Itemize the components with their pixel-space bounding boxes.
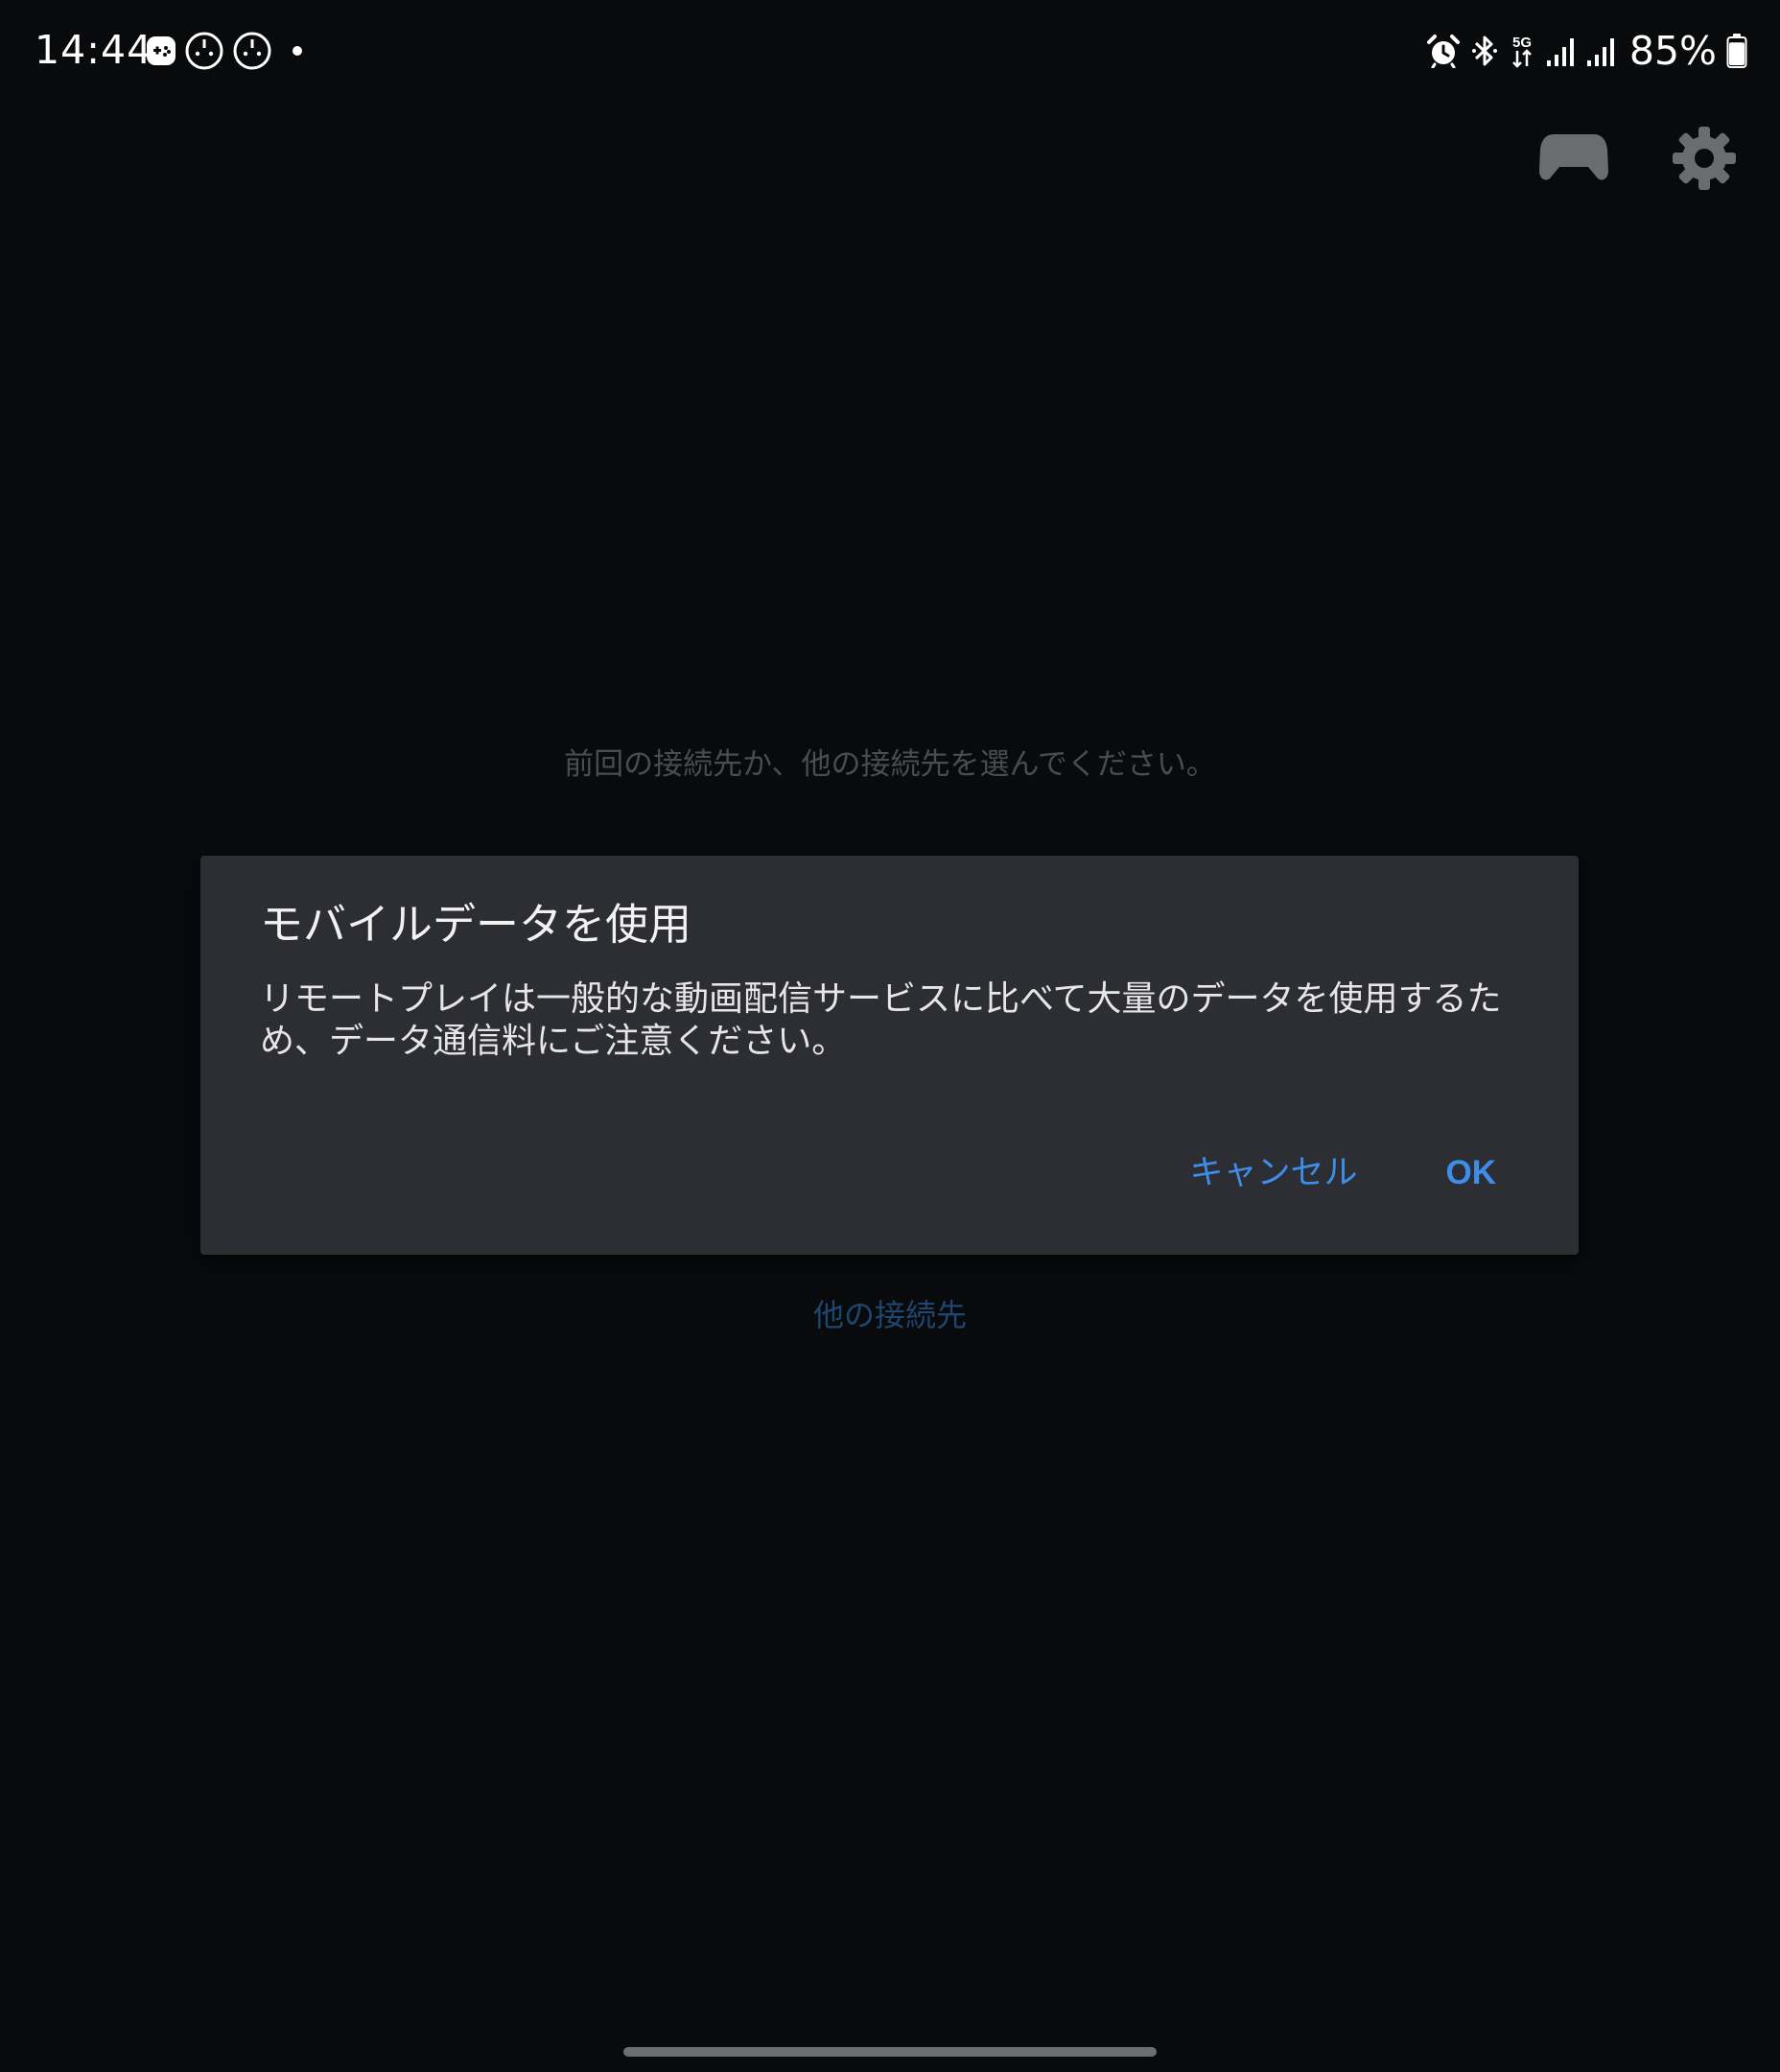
remote-play-icon	[185, 32, 223, 70]
controller-icon	[1539, 134, 1608, 180]
status-time: 14:44	[35, 27, 153, 73]
5g-data-icon: 5G	[1512, 35, 1532, 68]
notification-icons	[146, 31, 309, 71]
game-launcher-icon	[147, 36, 176, 65]
battery-percent: 85%	[1628, 28, 1717, 74]
ok-button[interactable]: OK	[1446, 1149, 1497, 1197]
svg-text:5G: 5G	[1512, 35, 1532, 51]
dialog-actions: キャンセル OK	[1189, 1149, 1496, 1197]
battery-icon	[1726, 34, 1747, 68]
settings-button[interactable]	[1671, 125, 1738, 192]
status-bar: 14:44 5G 85%	[0, 0, 1780, 100]
more-notifications-dot-icon	[293, 46, 302, 56]
signal-icon	[1546, 38, 1574, 66]
settings-gear-icon	[1673, 127, 1736, 190]
home-gesture-bar[interactable]	[623, 2047, 1157, 2057]
signal-icon	[1586, 38, 1614, 66]
remote-play-icon	[233, 32, 271, 70]
mobile-data-dialog: モバイルデータを使用 リモートプレイは一般的な動画配信サービスに比べて大量のデー…	[200, 856, 1579, 1255]
cancel-button[interactable]: キャンセル	[1189, 1149, 1357, 1197]
dialog-message: リモートプレイは一般的な動画配信サービスに比べて大量のデータを使用するため、デー…	[260, 979, 1502, 1061]
dialog-title: モバイルデータを使用	[260, 899, 692, 950]
bluetooth-icon	[1471, 35, 1497, 66]
other-destination-link[interactable]: 他の接続先	[0, 1291, 1780, 1339]
alarm-icon	[1426, 35, 1460, 68]
system-icons: 5G 85%	[1426, 27, 1747, 75]
connection-prompt: 前回の接続先か、他の接続先を選んでください。	[564, 747, 1216, 782]
remote-play-screen: 14:44 5G 85% 前回の接続先か、他の接続先を選んでください。 他の接続…	[0, 0, 1780, 2072]
controller-button[interactable]	[1538, 127, 1609, 186]
